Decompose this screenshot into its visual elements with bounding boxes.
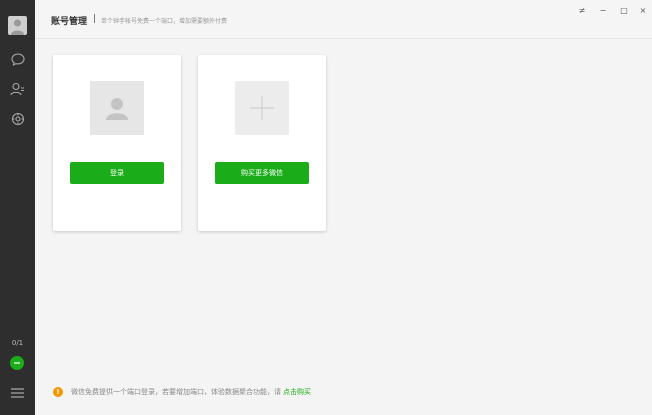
settings-icon[interactable] <box>9 110 26 127</box>
avatar-icon <box>11 19 24 35</box>
page-subtitle: 单个钟手帐号免费一个端口，增加需要额外付费 <box>101 18 228 25</box>
account-card: 登录 <box>53 55 181 231</box>
account-counter: 0/1 <box>11 339 24 347</box>
menu-icon[interactable] <box>10 384 25 398</box>
user-placeholder-icon <box>90 81 144 135</box>
avatar[interactable] <box>8 16 27 35</box>
app-window: 0/1 账号管理 | 单个钟手帐号免费一个端口，增加需要额外付费 ≠ − □ ×… <box>0 0 652 415</box>
footer-message: 微信免费提供一个端口登录，若要增加端口，体验数据聚合功能，请 <box>71 388 281 396</box>
login-button[interactable]: 登录 <box>70 162 164 184</box>
title-separator: | <box>93 14 97 24</box>
pin-button[interactable]: ≠ <box>576 4 588 16</box>
buy-link[interactable]: 点击购买 <box>283 387 311 397</box>
sidebar: 0/1 <box>0 0 35 415</box>
footer-notice: ! 微信免费提供一个端口登录，若要增加端口，体验数据聚合功能，请 点击购买 <box>53 386 311 398</box>
plus-icon[interactable] <box>235 81 289 135</box>
minimize-button[interactable]: − <box>597 4 609 16</box>
contacts-icon[interactable] <box>9 80 26 97</box>
warning-icon: ! <box>53 387 63 397</box>
add-account-card: 购买更多微信 <box>198 55 326 231</box>
maximize-button[interactable]: □ <box>618 4 630 16</box>
chat-icon[interactable] <box>9 51 26 68</box>
buy-more-button[interactable]: 购买更多微信 <box>215 162 309 184</box>
page-title: 账号管理 <box>51 17 88 27</box>
online-status-icon[interactable] <box>10 356 24 370</box>
header: 账号管理 | 单个钟手帐号免费一个端口，增加需要额外付费 <box>35 0 652 39</box>
close-button[interactable]: × <box>637 4 649 16</box>
